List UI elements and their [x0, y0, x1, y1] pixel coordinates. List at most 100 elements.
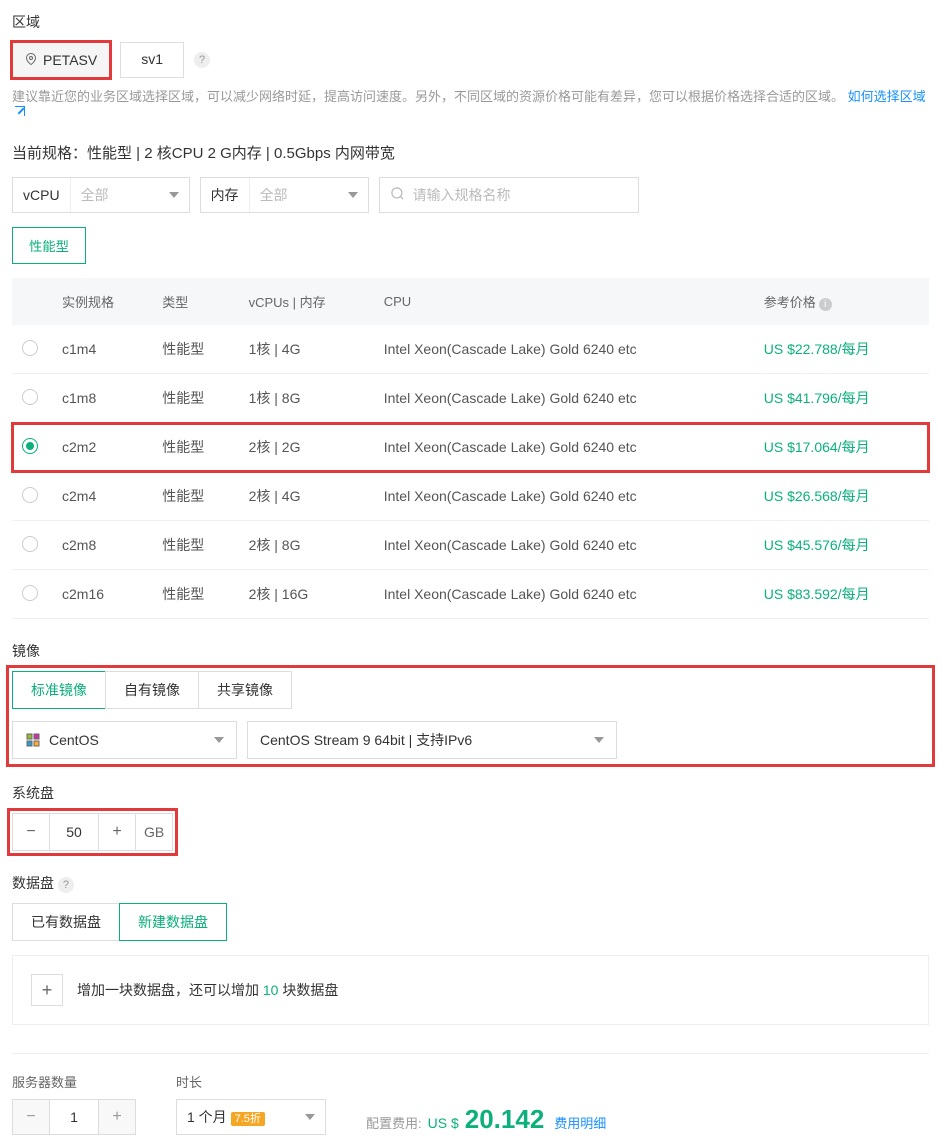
image-tabs: 标准镜像 自有镜像 共享镜像 — [12, 671, 929, 709]
add-disk-box: + 增加一块数据盘，还可以增加 10 块数据盘 — [12, 955, 929, 1025]
cost-display: 配置费用: US $ 20.142 费用明细 — [366, 1104, 606, 1135]
help-icon[interactable]: ? — [194, 52, 210, 68]
sysdisk-title: 系统盘 — [12, 783, 929, 803]
cell-price: US $41.796/每月 — [754, 374, 929, 423]
vcpu-filter[interactable]: vCPU 全部 — [12, 177, 190, 213]
discount-badge: 7.5折 — [231, 1112, 265, 1126]
sysdisk-unit: GB — [135, 814, 172, 850]
row-radio[interactable] — [22, 438, 38, 454]
col-price: 参考价格i — [754, 278, 929, 325]
cell-cpu: Intel Xeon(Cascade Lake) Gold 6240 etc — [374, 325, 754, 374]
col-cpu: CPU — [374, 278, 754, 325]
cell-vcpu: 1核 | 4G — [239, 325, 374, 374]
row-radio[interactable] — [22, 389, 38, 405]
table-row[interactable]: c2m16 性能型 2核 | 16G Intel Xeon(Cascade La… — [12, 570, 929, 619]
spec-search-input[interactable] — [413, 187, 628, 203]
table-row[interactable]: c1m4 性能型 1核 | 4G Intel Xeon(Cascade Lake… — [12, 325, 929, 374]
cell-cpu: Intel Xeon(Cascade Lake) Gold 6240 etc — [374, 472, 754, 521]
chevron-down-icon — [348, 192, 358, 198]
tab-existing-disk[interactable]: 已有数据盘 — [12, 903, 120, 941]
duration-select[interactable]: 1 个月 7.5折 — [176, 1099, 326, 1135]
tab-new-disk[interactable]: 新建数据盘 — [119, 903, 227, 941]
region-selected-label: PETASV — [43, 52, 97, 68]
cell-vcpu: 2核 | 16G — [239, 570, 374, 619]
col-vcpu: vCPUs | 内存 — [239, 278, 374, 325]
cell-vcpu: 1核 | 8G — [239, 374, 374, 423]
tab-shared-image[interactable]: 共享镜像 — [198, 671, 292, 709]
image-title: 镜像 — [12, 641, 929, 661]
cell-type: 性能型 — [152, 521, 238, 570]
qty-stepper: − 1 + — [12, 1099, 136, 1135]
cell-name: c2m2 — [52, 423, 152, 472]
help-icon[interactable]: ? — [58, 877, 74, 893]
qty-value[interactable]: 1 — [49, 1100, 99, 1134]
spec-section: 当前规格：性能型 | 2 核CPU 2 G内存 | 0.5Gbps 内网带宽 v… — [12, 142, 929, 619]
cell-name: c2m16 — [52, 570, 152, 619]
chevron-down-icon — [594, 737, 604, 743]
tab-own-image[interactable]: 自有镜像 — [105, 671, 199, 709]
qty-increase-button[interactable]: + — [99, 1100, 135, 1134]
add-disk-text: 增加一块数据盘，还可以增加 10 块数据盘 — [77, 980, 338, 1000]
row-radio[interactable] — [22, 340, 38, 356]
cell-cpu: Intel Xeon(Cascade Lake) Gold 6240 etc — [374, 570, 754, 619]
col-type: 类型 — [152, 278, 238, 325]
chevron-down-icon — [169, 192, 179, 198]
chevron-down-icon — [305, 1114, 315, 1120]
cell-vcpu: 2核 | 4G — [239, 472, 374, 521]
table-row[interactable]: c2m8 性能型 2核 | 8G Intel Xeon(Cascade Lake… — [12, 521, 929, 570]
tab-standard-image[interactable]: 标准镜像 — [12, 671, 106, 709]
duration-label: 时长 — [176, 1072, 326, 1091]
table-row[interactable]: c2m4 性能型 2核 | 4G Intel Xeon(Cascade Lake… — [12, 472, 929, 521]
cell-type: 性能型 — [152, 472, 238, 521]
sysdisk-value[interactable]: 50 — [49, 814, 99, 850]
cell-name: c1m8 — [52, 374, 152, 423]
memory-filter[interactable]: 内存 全部 — [200, 177, 369, 213]
region-title: 区域 — [12, 12, 929, 32]
cell-type: 性能型 — [152, 423, 238, 472]
sysdisk-stepper: − 50 + GB — [12, 813, 173, 851]
qty-decrease-button[interactable]: − — [13, 1100, 49, 1134]
add-disk-button[interactable]: + — [31, 974, 63, 1006]
spec-type-tag[interactable]: 性能型 — [12, 227, 86, 264]
cell-name: c1m4 — [52, 325, 152, 374]
region-selected-button[interactable]: PETASV — [12, 42, 110, 78]
cost-detail-link[interactable]: 费用明细 — [554, 1113, 606, 1132]
external-link-icon — [15, 106, 25, 116]
footer: 服务器数量 − 1 + 时长 1 个月 7.5折 配置费用: US $ 20.1… — [12, 1053, 929, 1135]
region-alt-button[interactable]: sv1 — [120, 42, 184, 78]
sysdisk-increase-button[interactable]: + — [99, 814, 135, 850]
region-section: 区域 PETASV sv1 ? 建议靠近您的业务区域选择区域，可以减少网络时延，… — [12, 12, 929, 120]
cell-price: US $22.788/每月 — [754, 325, 929, 374]
centos-icon — [25, 732, 41, 748]
cell-cpu: Intel Xeon(Cascade Lake) Gold 6240 etc — [374, 521, 754, 570]
image-section: 镜像 标准镜像 自有镜像 共享镜像 CentOS CentOS Stream 9… — [12, 641, 929, 761]
cell-type: 性能型 — [152, 325, 238, 374]
cell-name: c2m8 — [52, 521, 152, 570]
sysdisk-decrease-button[interactable]: − — [13, 814, 49, 850]
cell-type: 性能型 — [152, 374, 238, 423]
qty-label: 服务器数量 — [12, 1072, 136, 1091]
spec-search[interactable] — [379, 177, 639, 213]
os-version-select[interactable]: CentOS Stream 9 64bit | 支持IPv6 — [247, 721, 617, 759]
datadisk-title: 数据盘 ? — [12, 873, 929, 893]
cell-price: US $17.064/每月 — [754, 423, 929, 472]
cell-price: US $83.592/每月 — [754, 570, 929, 619]
spec-table: 实例规格 类型 vCPUs | 内存 CPU 参考价格i c1m4 性能型 1核… — [12, 278, 929, 619]
cell-vcpu: 2核 | 8G — [239, 521, 374, 570]
cell-cpu: Intel Xeon(Cascade Lake) Gold 6240 etc — [374, 423, 754, 472]
region-hint: 建议靠近您的业务区域选择区域，可以减少网络时延，提高访问速度。另外，不同区域的资… — [12, 86, 929, 120]
location-icon — [25, 52, 37, 69]
search-icon — [390, 186, 405, 204]
table-row[interactable]: c1m8 性能型 1核 | 8G Intel Xeon(Cascade Lake… — [12, 374, 929, 423]
cell-price: US $45.576/每月 — [754, 521, 929, 570]
os-select[interactable]: CentOS — [12, 721, 237, 759]
cell-vcpu: 2核 | 2G — [239, 423, 374, 472]
row-radio[interactable] — [22, 536, 38, 552]
chevron-down-icon — [214, 737, 224, 743]
info-icon: i — [819, 298, 832, 311]
row-radio[interactable] — [22, 487, 38, 503]
table-row[interactable]: c2m2 性能型 2核 | 2G Intel Xeon(Cascade Lake… — [12, 423, 929, 472]
sysdisk-section: 系统盘 − 50 + GB — [12, 783, 929, 851]
row-radio[interactable] — [22, 585, 38, 601]
col-name: 实例规格 — [52, 278, 152, 325]
